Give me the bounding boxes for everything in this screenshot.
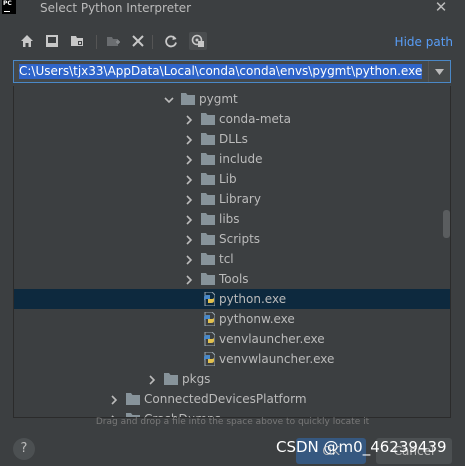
tree-file-row[interactable]: venvwlauncher.exe	[14, 349, 450, 369]
refresh-icon	[165, 35, 177, 48]
chevron-right-icon[interactable]	[109, 394, 119, 405]
folder-icon	[201, 233, 215, 245]
tree-folder-row[interactable]: Lib	[14, 169, 450, 189]
folder-icon	[181, 93, 195, 105]
toolbar: Hide path	[0, 30, 465, 54]
tree-item-label: Tools	[219, 272, 249, 286]
tree-folder-row[interactable]: conda-meta	[14, 109, 450, 129]
help-button[interactable]: ?	[13, 438, 35, 460]
new-folder-icon	[107, 37, 120, 46]
tree-folder-row[interactable]: pkgs	[14, 369, 450, 389]
chevron-right-icon[interactable]	[184, 174, 194, 185]
desktop-button[interactable]	[43, 32, 61, 50]
project-button[interactable]	[68, 32, 86, 50]
tree-folder-row[interactable]: ConnectedDevicesPlatform	[14, 389, 450, 409]
path-text-selected: C:\Users\tjx33\AppData\Local\conda\conda…	[19, 64, 423, 79]
python-file-icon	[203, 351, 216, 367]
folder-icon	[201, 173, 215, 185]
tree-scrollbar-thumb[interactable]	[443, 210, 450, 238]
ok-button[interactable]: OK	[296, 438, 366, 464]
tree-file-row[interactable]: venvlauncher.exe	[14, 329, 450, 349]
chevron-right-icon[interactable]	[184, 254, 194, 265]
title-bar: PC Select Python Interpreter ✕	[0, 0, 465, 22]
new-folder-button[interactable]	[104, 32, 122, 50]
tree-folder-row[interactable]: DLLs	[14, 129, 450, 149]
folder-icon	[164, 373, 178, 385]
tree-item-label: DLLs	[219, 132, 248, 146]
delete-button[interactable]	[129, 32, 147, 50]
show-hidden-icon	[191, 34, 204, 47]
tree-item-label: python.exe	[219, 292, 287, 306]
python-file-icon	[203, 331, 216, 347]
folder-icon	[201, 153, 215, 165]
tree-file-row[interactable]: pythonw.exe	[14, 309, 450, 329]
tree-folder-row[interactable]: pygmt	[14, 89, 450, 109]
path-dropdown-button[interactable]	[428, 61, 450, 82]
chevron-right-icon[interactable]	[184, 274, 194, 285]
close-button[interactable]: ✕	[432, 0, 450, 16]
tree-file-row[interactable]: python.exe	[14, 289, 450, 309]
toolbar-separator	[96, 35, 97, 49]
python-file-icon	[203, 311, 216, 327]
toolbar-separator	[152, 35, 153, 49]
tree-folder-row[interactable]: libs	[14, 209, 450, 229]
drag-drop-hint: Drag and drop a file into the space abov…	[95, 417, 370, 427]
show-hidden-button[interactable]	[189, 32, 207, 50]
tree-folder-row[interactable]: Library	[14, 189, 450, 209]
tree-item-label: pygmt	[199, 92, 238, 106]
tree-item-label: pkgs	[182, 372, 211, 386]
delete-icon	[132, 35, 144, 47]
tree-item-label: tcl	[219, 252, 234, 266]
home-button[interactable]	[18, 32, 36, 50]
chevron-down-icon	[435, 68, 444, 75]
chevron-right-icon[interactable]	[147, 374, 157, 385]
chevron-down-icon[interactable]	[164, 94, 174, 104]
tree-folder-row[interactable]: Tools	[14, 269, 450, 289]
folder-icon	[201, 193, 215, 205]
folder-icon	[201, 273, 215, 285]
folder-icon	[201, 253, 215, 265]
home-icon	[21, 35, 33, 47]
tree-item-label: venvwlauncher.exe	[219, 352, 335, 366]
tree-item-label: conda-meta	[219, 112, 291, 126]
python-file-icon	[203, 291, 216, 307]
tree-item-label: Lib	[219, 172, 237, 186]
cancel-button[interactable]: Cancel	[376, 438, 452, 464]
refresh-button[interactable]	[162, 32, 180, 50]
tree-item-label: ConnectedDevicesPlatform	[144, 392, 307, 406]
tree-item-label: include	[219, 152, 263, 166]
chevron-right-icon[interactable]	[184, 214, 194, 225]
project-folder-icon	[71, 36, 83, 46]
tree-item-label: pythonw.exe	[219, 312, 295, 326]
tree-item-label: Scripts	[219, 232, 261, 246]
dialog-title: Select Python Interpreter	[40, 1, 192, 15]
folder-icon	[201, 213, 215, 225]
tree-folder-row[interactable]: include	[14, 149, 450, 169]
tree-folder-row[interactable]: tcl	[14, 249, 450, 269]
hide-path-link[interactable]: Hide path	[395, 35, 453, 49]
tree-item-label: libs	[219, 212, 240, 226]
path-combobox[interactable]: C:\Users\tjx33\AppData\Local\conda\conda…	[13, 60, 451, 83]
chevron-right-icon[interactable]	[184, 194, 194, 205]
desktop-icon	[46, 35, 58, 47]
chevron-right-icon[interactable]	[184, 134, 194, 145]
tree-item-label: venvlauncher.exe	[219, 332, 325, 346]
chevron-right-icon[interactable]	[184, 234, 194, 245]
pycharm-logo-icon: PC	[2, 0, 16, 14]
chevron-right-icon[interactable]	[184, 154, 194, 165]
tree-folder-row[interactable]: Scripts	[14, 229, 450, 249]
folder-icon	[201, 113, 215, 125]
chevron-right-icon[interactable]	[184, 114, 194, 125]
tree-item-label: Library	[219, 192, 261, 206]
folder-icon	[126, 393, 140, 405]
folder-icon	[201, 133, 215, 145]
file-tree[interactable]: pygmt conda-meta DLLs include Lib Library libs…	[13, 86, 451, 418]
